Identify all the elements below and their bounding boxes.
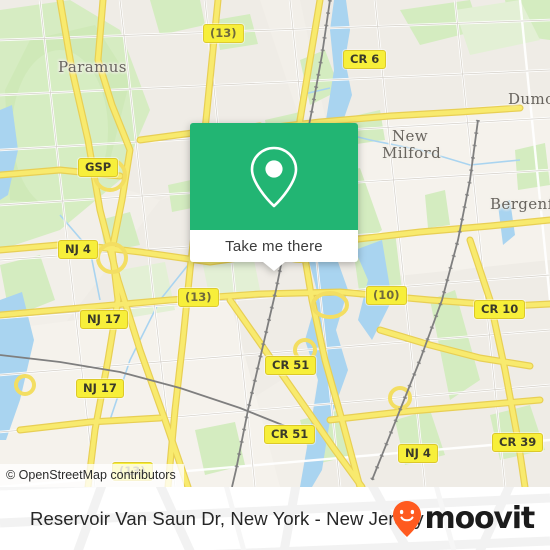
moovit-pin-smiley-icon <box>392 500 421 537</box>
place-label-dumont: Dumont <box>508 90 550 108</box>
location-title: Reservoir Van Saun Dr, New York - New Je… <box>30 507 424 529</box>
osm-attribution[interactable]: © OpenStreetMap contributors <box>0 464 184 487</box>
popup-pointer-tail <box>263 262 285 271</box>
location-pin-icon <box>250 146 298 207</box>
route-shield-cr51-lower[interactable]: CR 51 <box>264 425 316 444</box>
route-shield-13-center[interactable]: (13) <box>178 288 219 307</box>
route-shield-nj4-west[interactable]: NJ 4 <box>58 240 98 259</box>
route-shield-gsp[interactable]: GSP <box>78 158 119 177</box>
place-label-paramus: Paramus <box>58 58 127 76</box>
moovit-wordmark: moovit <box>424 500 536 536</box>
route-shield-13-north[interactable]: (13) <box>203 24 244 43</box>
route-shield-10[interactable]: (10) <box>366 286 407 305</box>
take-me-there-label: Take me there <box>225 237 323 255</box>
footer-bar: Reservoir Van Saun Dr, New York - New Je… <box>0 487 550 550</box>
moovit-logo[interactable]: moovit <box>392 487 536 550</box>
route-shield-cr39[interactable]: CR 39 <box>492 433 544 452</box>
place-label-bergenfield: Bergenfield <box>490 195 550 213</box>
route-shield-cr51-upper[interactable]: CR 51 <box>265 356 317 375</box>
place-label-new-milford-line2: Milford <box>382 144 442 162</box>
popup-header <box>190 123 358 230</box>
map-screenshot: Paramus Dumont New Milford Bergenfield (… <box>0 0 550 550</box>
map-canvas[interactable]: Paramus Dumont New Milford Bergenfield (… <box>0 0 550 487</box>
route-shield-cr10[interactable]: CR 10 <box>474 300 526 319</box>
route-shield-cr6[interactable]: CR 6 <box>343 50 387 69</box>
location-popup-card[interactable]: Take me there <box>190 123 358 271</box>
popup-footer[interactable]: Take me there <box>190 230 358 262</box>
route-shield-nj17-lower[interactable]: NJ 17 <box>76 379 124 398</box>
route-shield-nj4-east[interactable]: NJ 4 <box>398 444 438 463</box>
route-shield-nj17-upper[interactable]: NJ 17 <box>80 310 128 329</box>
place-label-new-milford-line1: New <box>392 127 429 145</box>
